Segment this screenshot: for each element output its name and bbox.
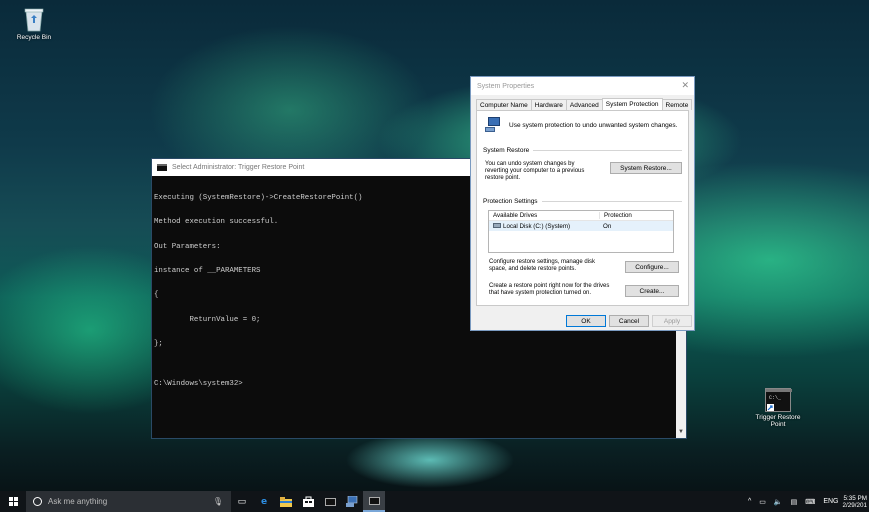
keyboard-icon[interactable]: ⌨	[801, 498, 819, 506]
console-prompt: C:\Windows\system32>	[154, 380, 243, 389]
drives-list-header: Available Drives Protection	[489, 211, 673, 221]
cmd-taskbar-icon[interactable]	[319, 491, 341, 512]
intro-text: Use system protection to undo unwanted s…	[509, 121, 678, 129]
shortcut-cmd-icon: C:\_	[765, 388, 792, 412]
console-line: };	[154, 339, 163, 348]
protection-settings-group: Protection Settings	[483, 198, 682, 205]
clock-date: 2/29/201	[842, 501, 867, 509]
recycle-bin-shortcut[interactable]: Recycle Bin	[4, 6, 64, 41]
create-button[interactable]: Create...	[625, 285, 679, 297]
tab-hardware[interactable]: Hardware	[530, 99, 567, 110]
system-properties-dialog[interactable]: System Properties ✕ Computer Name Hardwa…	[470, 76, 695, 331]
taskbar: Ask me anything 🎙 ▭ e ^ ▭ 🔈 ▤ ⌨ ENG 5:35…	[0, 491, 869, 512]
configure-description: Configure restore settings, manage disk …	[489, 259, 596, 272]
system-properties-taskbar-icon[interactable]	[341, 491, 363, 512]
file-explorer-icon[interactable]	[275, 491, 297, 512]
protection-status: On	[603, 222, 612, 230]
edge-icon[interactable]: e	[253, 491, 275, 512]
tab-advanced[interactable]: Advanced	[565, 99, 603, 110]
apply-button[interactable]: Apply	[652, 315, 692, 327]
chevron-up-icon[interactable]: ^	[744, 498, 755, 505]
cmd-window-title: Select Administrator: Trigger Restore Po…	[172, 164, 305, 171]
close-icon[interactable]: ✕	[681, 80, 689, 91]
system-protection-panel: Use system protection to undo unwanted s…	[476, 110, 689, 306]
recycle-bin-icon	[23, 6, 45, 32]
trigger-restore-point-shortcut[interactable]: C:\_ Trigger Restore Point	[748, 388, 808, 428]
cortana-icon	[33, 497, 42, 506]
tab-system-protection[interactable]: System Protection	[601, 98, 663, 110]
search-placeholder: Ask me anything	[48, 497, 108, 506]
cancel-button[interactable]: Cancel	[609, 315, 649, 327]
clock[interactable]: 5:35 PM 2/29/201	[842, 495, 869, 509]
drives-list[interactable]: Available Drives Protection Local Disk (…	[488, 210, 674, 253]
column-header-protection[interactable]: Protection	[599, 212, 669, 219]
language-indicator[interactable]: ENG	[819, 498, 842, 505]
computer-shield-icon	[485, 117, 503, 133]
configure-button[interactable]: Configure...	[625, 261, 679, 273]
recycle-bin-label: Recycle Bin	[16, 34, 52, 41]
windows-logo-icon	[8, 497, 18, 506]
create-description: Create a restore point right now for the…	[489, 283, 610, 296]
system-restore-button[interactable]: System Restore...	[610, 162, 682, 174]
drive-icon	[493, 223, 501, 229]
tab-computer-name[interactable]: Computer Name	[476, 99, 532, 110]
svg-text:C:\_: C:\_	[769, 395, 782, 401]
microphone-icon[interactable]: 🎙	[213, 497, 223, 506]
dialog-titlebar[interactable]: System Properties ✕	[471, 77, 694, 95]
task-view-icon[interactable]: ▭	[231, 491, 253, 512]
dialog-title: System Properties	[477, 82, 535, 90]
ok-button[interactable]: OK	[566, 315, 606, 327]
search-box[interactable]: Ask me anything 🎙	[26, 491, 231, 512]
tab-strip: Computer Name Hardware Advanced System P…	[471, 98, 694, 110]
trigger-restore-point-label: Trigger Restore Point	[755, 414, 801, 428]
cmd-active-taskbar-icon[interactable]	[363, 491, 385, 512]
chevron-down-icon[interactable]: ▼	[677, 428, 685, 436]
network-icon[interactable]: ▭	[755, 498, 770, 506]
tab-remote[interactable]: Remote	[661, 99, 693, 110]
cmd-app-icon	[157, 164, 167, 171]
system-restore-description: You can undo system changes by reverting…	[485, 161, 585, 181]
system-restore-group: System Restore	[483, 147, 682, 154]
volume-icon[interactable]: 🔈	[770, 498, 787, 506]
protection-settings-heading: Protection Settings	[483, 198, 682, 205]
column-header-drives[interactable]: Available Drives	[489, 212, 599, 219]
system-restore-heading: System Restore	[483, 147, 682, 154]
action-center-icon[interactable]: ▤	[787, 498, 802, 506]
table-row[interactable]: Local Disk (C:) (System) On	[489, 221, 673, 231]
clock-time: 5:35 PM	[843, 494, 867, 502]
store-icon[interactable]	[297, 491, 319, 512]
system-tray: ^ ▭ 🔈 ▤ ⌨ ENG 5:35 PM 2/29/201	[744, 491, 869, 512]
start-button[interactable]	[0, 491, 26, 512]
drive-name: Local Disk (C:) (System)	[503, 222, 571, 230]
